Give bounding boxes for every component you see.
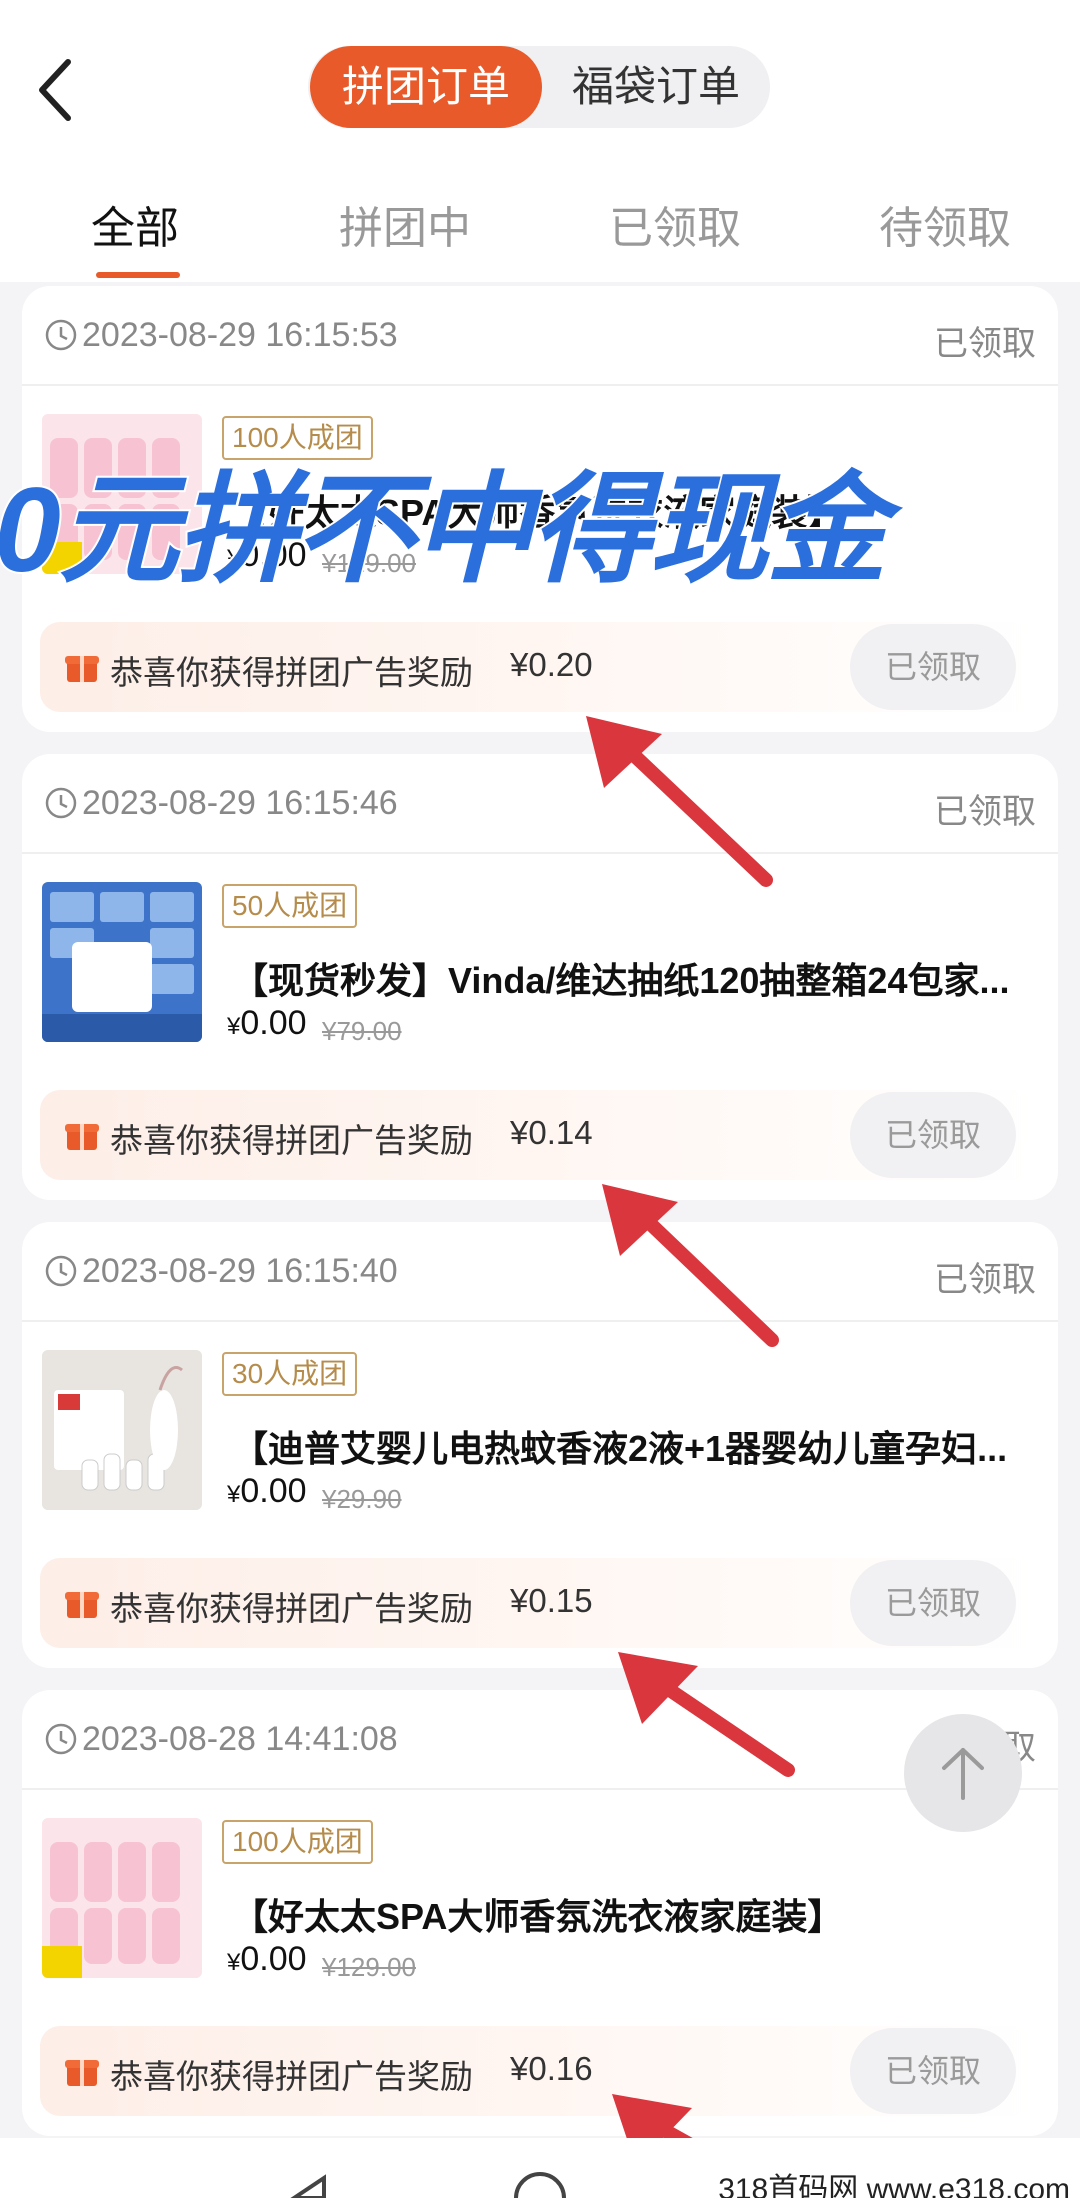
segment-group-orders[interactable]: 拼团订单 [310, 46, 542, 128]
original-price: ¥129.00 [322, 1952, 416, 1982]
product-title: 【迪普艾婴儿电热蚊香液2液+1器婴幼儿童孕妇... [232, 1428, 1008, 1469]
clock-icon [45, 319, 77, 351]
group-size-tag: 50人成团 [222, 884, 358, 928]
reward-bar: 恭喜你获得拼团广告奖励 ¥0.15 已领取 [40, 1558, 1038, 1648]
order-card-header: 2023-08-29 16:15:53 已领取 [22, 286, 1058, 386]
currency-symbol: ¥ [227, 1481, 241, 1508]
clock-icon [45, 787, 77, 819]
annotation-arrow [586, 716, 773, 887]
order-card[interactable]: 2023-08-29 16:15:40 已领取 30人成团 【迪普艾婴儿电热蚊香… [22, 1222, 1058, 1668]
product-image [42, 1818, 202, 1978]
product-price: ¥0.00 [227, 1940, 307, 1979]
order-card-header: 2023-08-29 16:15:46 已领取 [22, 754, 1058, 854]
clock-icon [45, 1723, 77, 1755]
currency-symbol: ¥ [227, 1949, 241, 1976]
annotation-arrow [618, 1652, 795, 1777]
reward-text: 恭喜你获得拼团广告奖励 [110, 1122, 473, 1159]
reward-bar: 恭喜你获得拼团广告奖励 ¥0.14 已领取 [40, 1090, 1038, 1180]
price-value: 0.00 [240, 1472, 307, 1510]
header: 拼团订单 福袋订单 全部 拼团中 已领取 待领取 [0, 0, 1080, 282]
tab-grouping[interactable]: 拼团中 [270, 192, 540, 256]
tab-to-claim[interactable]: 待领取 [810, 192, 1080, 256]
order-card[interactable]: 2023-08-28 14:41:08 已领取 100人成团 【好太太SPA大师… [22, 1690, 1058, 2136]
annotation-arrow [602, 1184, 779, 1347]
reward-amount: ¥0.14 [510, 1114, 593, 1151]
group-size-tag: 30人成团 [222, 1352, 358, 1396]
claimed-button[interactable]: 已领取 [850, 1092, 1016, 1178]
back-arrow-icon [39, 59, 71, 121]
original-price: ¥79.00 [322, 1016, 402, 1046]
nav-home-icon[interactable] [512, 2156, 568, 2198]
order-status: 已领取 [934, 325, 1036, 363]
promo-overlay-text: 0元拼不中得现金 [0, 461, 889, 599]
active-tab-indicator [96, 272, 180, 278]
order-card-header: 2023-08-29 16:15:40 已领取 [22, 1222, 1058, 1322]
product-title: 【现货秒发】Vinda/维达抽纸120抽整箱24包家... [232, 960, 1010, 1001]
reward-text: 恭喜你获得拼团广告奖励 [110, 1590, 473, 1627]
reward-bar: 恭喜你获得拼团广告奖励 ¥0.16 已领取 [40, 2026, 1038, 2116]
price-value: 0.00 [240, 1940, 307, 1978]
status-tabs: 全部 拼团中 已领取 待领取 [0, 180, 1080, 280]
product-title: 【好太太SPA大师香氛洗衣液家庭装】 [232, 1896, 844, 1937]
order-status: 已领取 [934, 793, 1036, 831]
nav-back-icon[interactable] [284, 2158, 334, 2198]
claimed-button[interactable]: 已领取 [850, 624, 1016, 710]
currency-symbol: ¥ [227, 1013, 241, 1040]
order-status: 已领取 [934, 1261, 1036, 1299]
product-image [42, 1350, 202, 1510]
reward-bar: 恭喜你获得拼团广告奖励 ¥0.20 已领取 [40, 622, 1038, 712]
reward-text: 恭喜你获得拼团广告奖励 [110, 2058, 473, 2095]
arrow-up-icon [942, 1748, 984, 1800]
product-image [42, 882, 202, 1042]
order-time: 2023-08-29 16:15:46 [82, 784, 398, 822]
tab-claimed[interactable]: 已领取 [540, 192, 810, 256]
product-price: ¥0.00 [227, 1004, 307, 1043]
reward-amount: ¥0.15 [510, 1582, 593, 1619]
order-card[interactable]: 2023-08-29 16:15:46 已领取 50人成团 【现货秒发】Vind… [22, 754, 1058, 1200]
claimed-button[interactable]: 已领取 [850, 2028, 1016, 2114]
gift-icon [65, 1124, 99, 1150]
reward-amount: ¥0.20 [510, 646, 593, 683]
order-type-switch: 拼团订单 福袋订单 [308, 46, 770, 128]
reward-text: 恭喜你获得拼团广告奖励 [110, 654, 473, 691]
scroll-to-top-button[interactable] [904, 1714, 1022, 1832]
tab-all[interactable]: 全部 [0, 192, 270, 256]
gift-icon [65, 1592, 99, 1618]
group-size-tag: 100人成团 [222, 1820, 373, 1864]
app-root: 拼团订单 福袋订单 全部 拼团中 已领取 待领取 2023-08-29 16:1… [0, 0, 1080, 2198]
clock-icon [45, 1255, 77, 1287]
order-time: 2023-08-29 16:15:40 [82, 1252, 398, 1290]
order-card-header: 2023-08-28 14:41:08 已领取 [22, 1690, 1058, 1790]
order-time: 2023-08-28 14:41:08 [82, 1720, 398, 1758]
watermark: 318首码网 www.e318.com [718, 2164, 1070, 2198]
back-button[interactable] [30, 50, 90, 130]
original-price: ¥29.90 [322, 1484, 402, 1514]
segment-lucky-bag-orders[interactable]: 福袋订单 [544, 46, 768, 128]
product-price: ¥0.00 [227, 1472, 307, 1511]
gift-icon [65, 2060, 99, 2086]
gift-icon [65, 656, 99, 682]
claimed-button[interactable]: 已领取 [850, 1560, 1016, 1646]
reward-amount: ¥0.16 [510, 2050, 593, 2087]
order-time: 2023-08-29 16:15:53 [82, 316, 398, 354]
price-value: 0.00 [240, 1004, 307, 1042]
